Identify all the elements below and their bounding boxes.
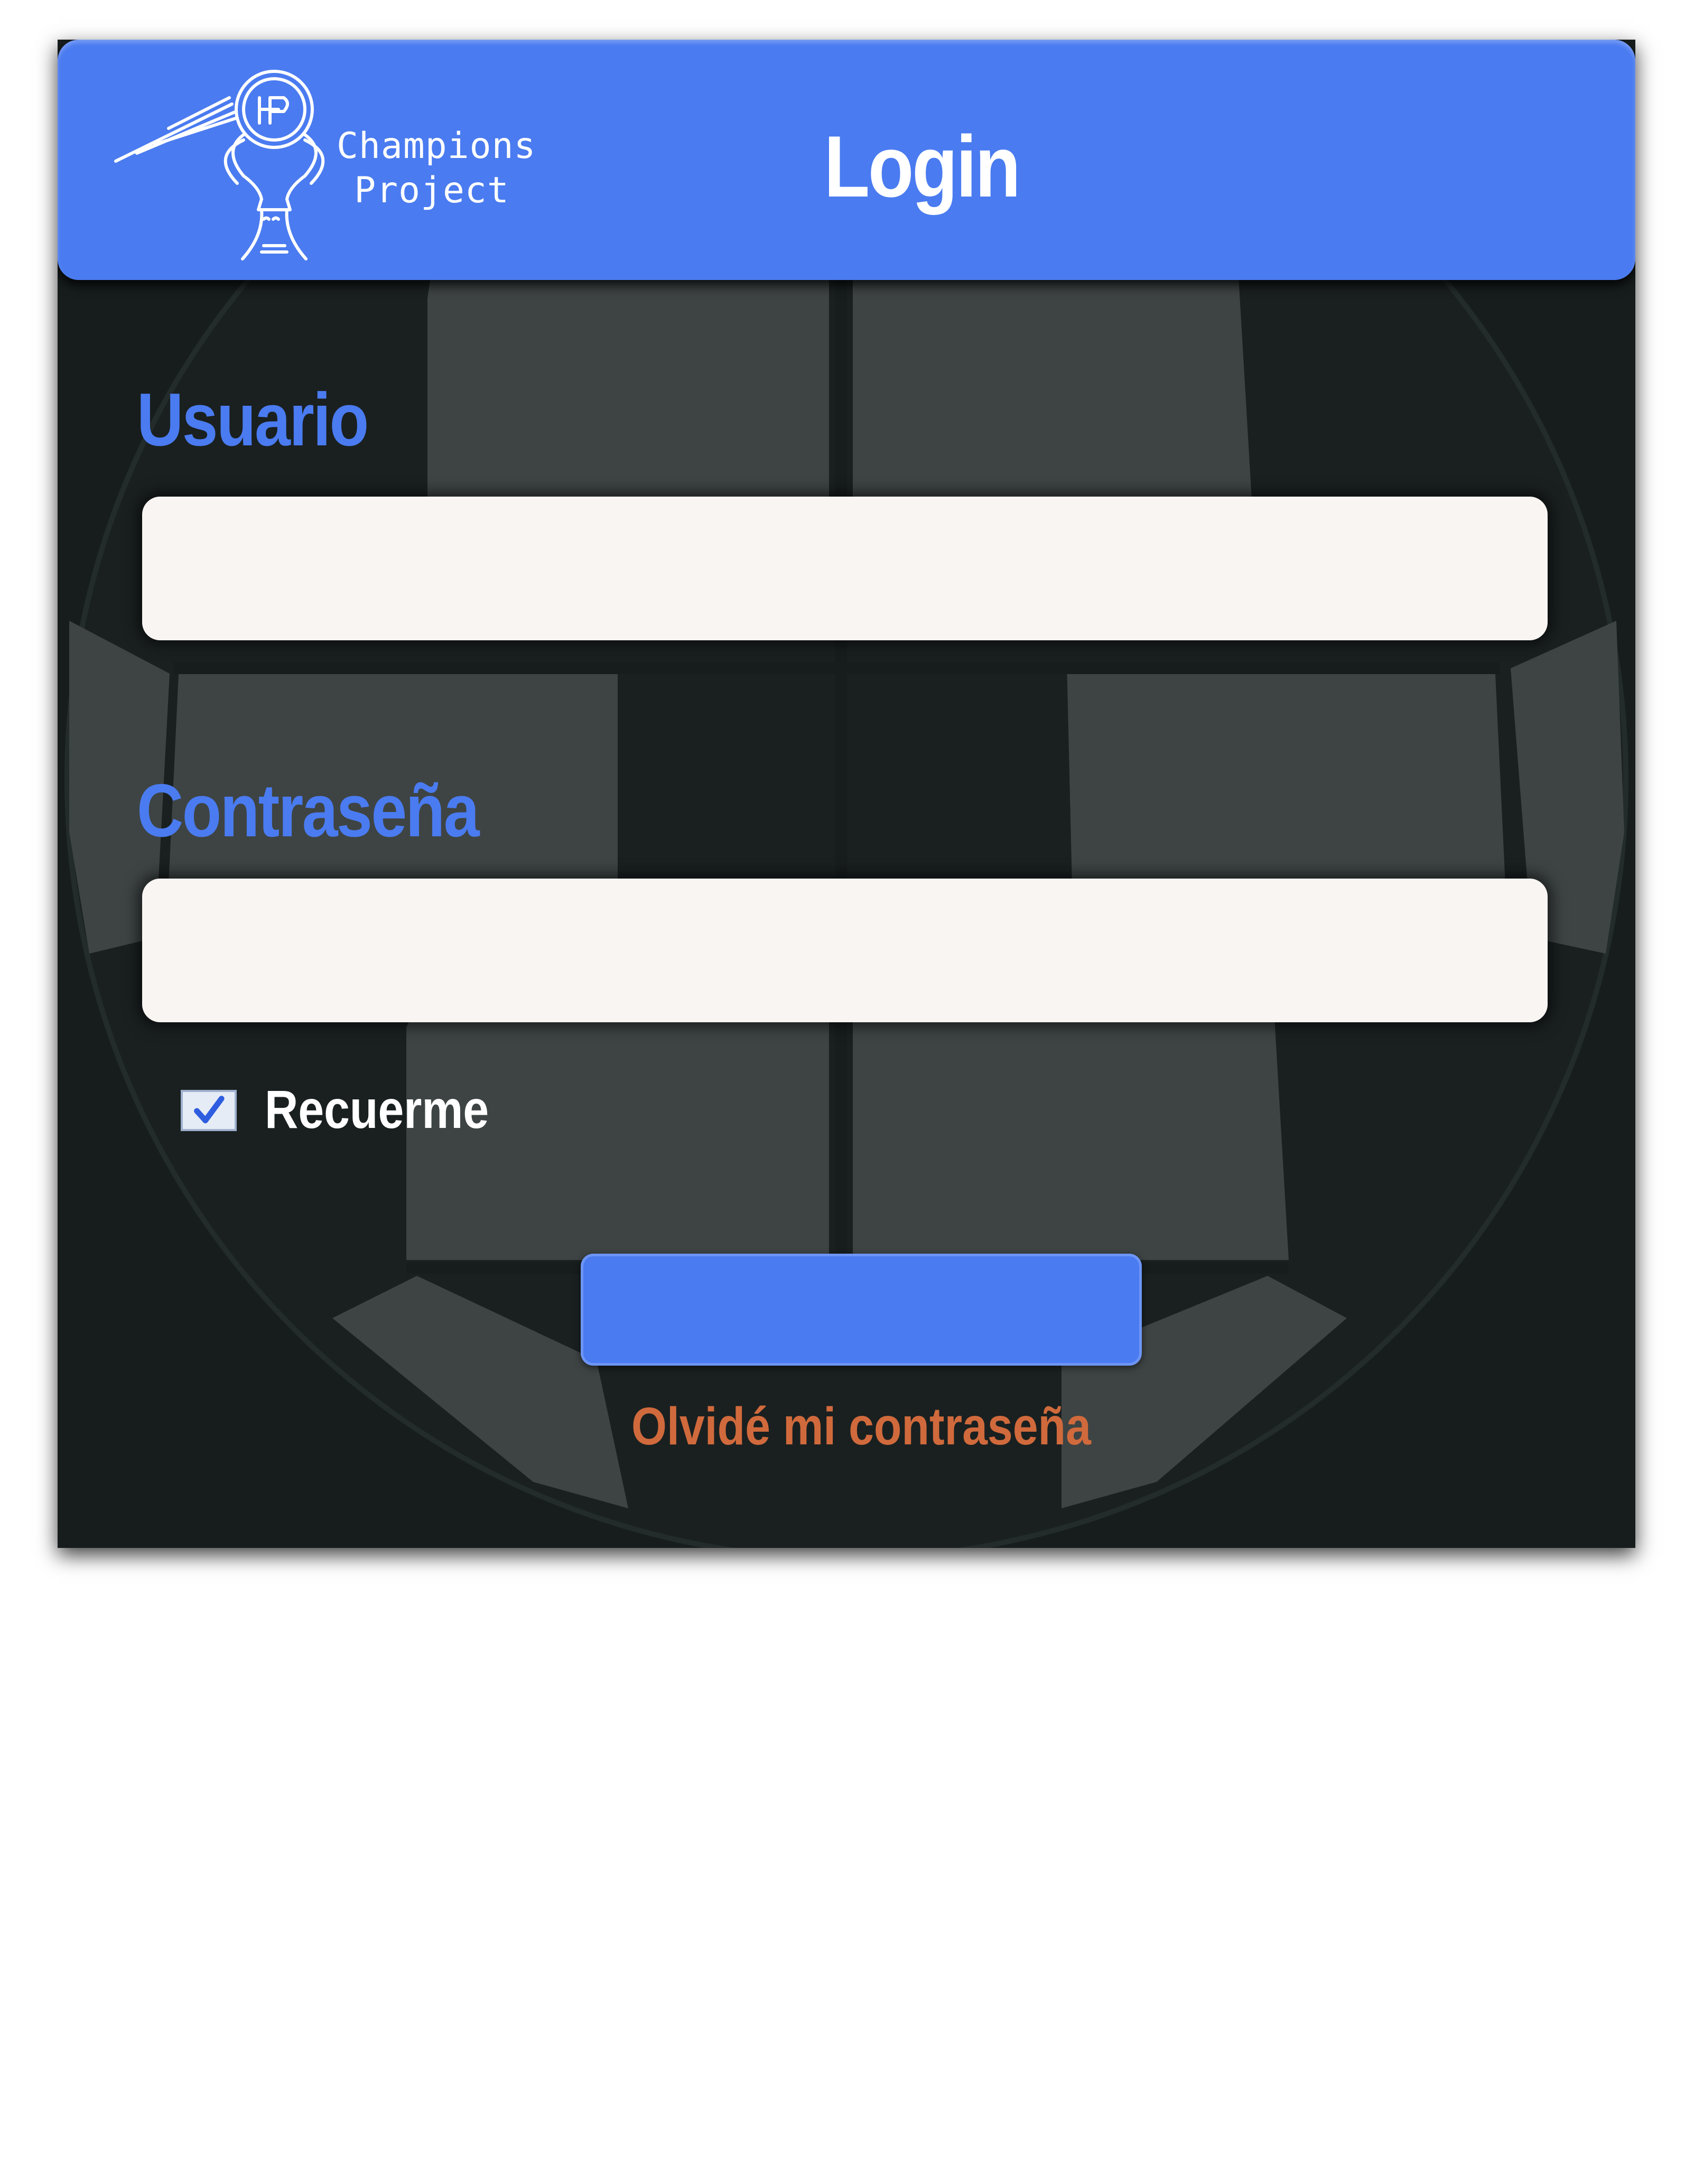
- remember-checkbox[interactable]: [181, 1090, 237, 1131]
- password-label: Contraseña: [137, 769, 480, 853]
- brand-line-1: Champions: [337, 125, 536, 167]
- trophy-ball-logo-icon: [114, 70, 325, 260]
- password-input[interactable]: [142, 879, 1548, 1022]
- brand-name: Champions Project: [337, 124, 536, 213]
- forgot-password-link[interactable]: Olvidé mi contraseña: [620, 1395, 1102, 1458]
- checkmark-icon: [194, 1096, 225, 1124]
- remember-label: Recuerme: [265, 1079, 489, 1140]
- header-bar: Champions Project Login: [58, 40, 1635, 280]
- login-button[interactable]: [581, 1254, 1142, 1366]
- username-label: Usuario: [137, 378, 369, 462]
- page-title: Login: [824, 118, 1021, 215]
- username-input[interactable]: [142, 497, 1548, 640]
- login-card: Champions Project Login Usuario Contrase…: [58, 40, 1635, 1548]
- brand-line-2: Project: [354, 170, 509, 211]
